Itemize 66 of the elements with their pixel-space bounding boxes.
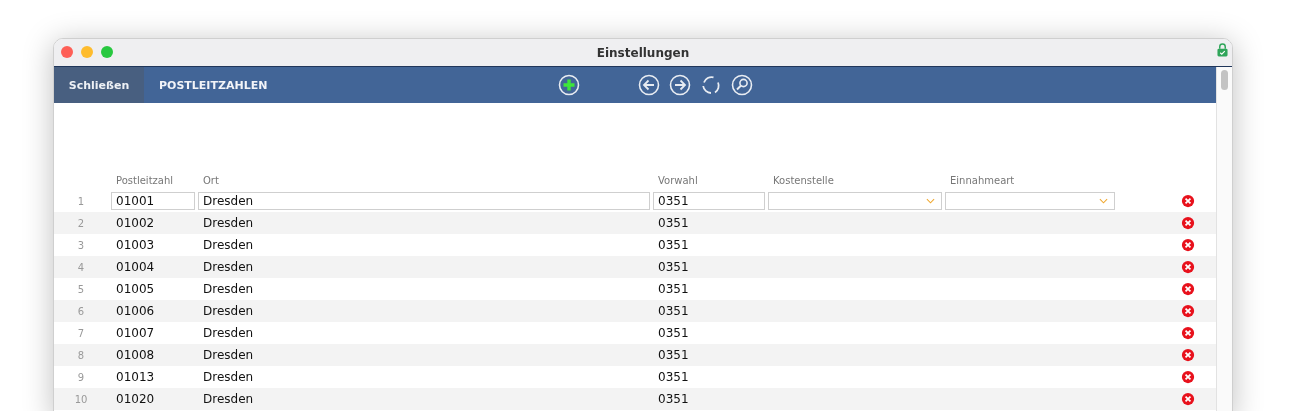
area-code-field[interactable]: 0351: [653, 192, 765, 210]
table-cell-text: 0351: [657, 238, 690, 252]
delete-icon[interactable]: [1181, 326, 1195, 340]
window-title: Einstellungen: [596, 45, 690, 60]
column-header: Einnahmeart: [949, 175, 1016, 186]
table-cell-text: 01004: [115, 260, 156, 274]
table-cell-text: 01002: [115, 216, 156, 230]
row-number: 2: [76, 217, 86, 229]
table-cell-text: 0351: [657, 282, 690, 296]
table-cell-text: Dresden: [202, 216, 255, 230]
delete-icon[interactable]: [1181, 238, 1195, 252]
table-cell-text: Dresden: [202, 326, 255, 340]
close-window-button[interactable]: [61, 46, 73, 58]
table-cell-text: Dresden: [202, 370, 255, 384]
table-cell-text: 0351: [657, 370, 690, 384]
row-number: 7: [76, 327, 86, 339]
column-header: Kostenstelle: [772, 175, 835, 186]
table-cell-text: 01008: [115, 348, 156, 362]
row-number: 6: [76, 305, 86, 317]
table-cell-text: Dresden: [202, 304, 255, 318]
toolbar-title: POSTLEITZAHLEN: [159, 78, 269, 92]
search-icon[interactable]: [731, 74, 753, 96]
table-cell-text: 01006: [115, 304, 156, 318]
table-cell-text: Dresden: [202, 238, 255, 252]
delete-icon[interactable]: [1181, 260, 1195, 274]
table-cell-text: 01003: [115, 238, 156, 252]
column-header: Vorwahl: [657, 175, 699, 186]
table-cell-text: 01007: [115, 326, 156, 340]
table-cell-text: 01020: [115, 392, 156, 406]
lock-icon: [1217, 43, 1228, 57]
row-number: 3: [76, 239, 86, 251]
delete-icon[interactable]: [1181, 194, 1195, 208]
row-number: 8: [76, 349, 86, 361]
column-header: Postleitzahl: [115, 175, 175, 186]
row-number: 1: [76, 195, 86, 207]
table-cell-text: Dresden: [202, 282, 255, 296]
delete-icon[interactable]: [1181, 348, 1195, 362]
table-cell-text: 0351: [657, 304, 690, 318]
table-cell-text: Dresden: [202, 260, 255, 274]
table-cell-text: Dresden: [202, 392, 255, 406]
table-cell-text: 0351: [657, 216, 690, 230]
postal-code-field[interactable]: 01001: [111, 192, 195, 210]
table-cell-text: 0351: [657, 326, 690, 340]
delete-icon[interactable]: [1181, 282, 1195, 296]
table-cell-text: Dresden: [202, 348, 255, 362]
table-cell-text: 01013: [115, 370, 156, 384]
table-cell-text: 0351: [657, 348, 690, 362]
row-number: 10: [73, 393, 89, 405]
table-cell-text: 0351: [657, 392, 690, 406]
delete-icon[interactable]: [1181, 392, 1195, 406]
city-field[interactable]: Dresden: [198, 192, 650, 210]
row-number: 5: [76, 283, 86, 295]
add-icon[interactable]: [558, 74, 580, 96]
table-cell-text: 0351: [657, 260, 690, 274]
scrollbar-thumb[interactable]: [1221, 70, 1228, 90]
row-number: 9: [76, 371, 86, 383]
column-header: Ort: [202, 175, 220, 186]
close-button[interactable]: Schließen: [54, 67, 144, 103]
table-cell-text: 01005: [115, 282, 156, 296]
refresh-icon[interactable]: [700, 74, 722, 96]
chevron-icon: [1099, 198, 1108, 204]
delete-icon[interactable]: [1181, 216, 1195, 230]
delete-icon[interactable]: [1181, 370, 1195, 384]
row-number: 4: [76, 261, 86, 273]
delete-icon[interactable]: [1181, 304, 1195, 318]
chevron-icon: [926, 198, 935, 204]
